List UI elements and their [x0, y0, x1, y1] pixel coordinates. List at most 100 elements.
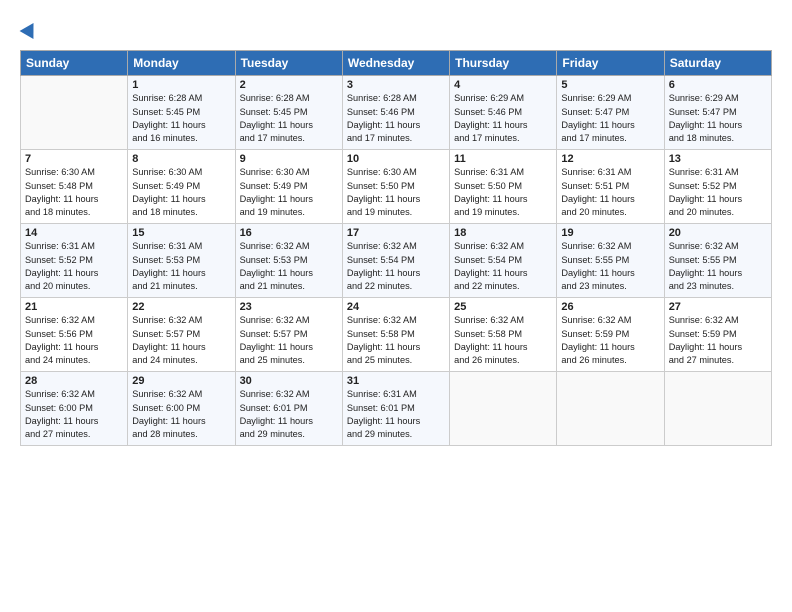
page-container: SundayMondayTuesdayWednesdayThursdayFrid…: [0, 0, 792, 456]
calendar-cell: 1Sunrise: 6:28 AM Sunset: 5:45 PM Daylig…: [128, 76, 235, 150]
day-number: 14: [25, 227, 123, 239]
logo-triangle-icon: [20, 19, 41, 39]
day-number: 6: [669, 79, 767, 91]
calendar-cell: 6Sunrise: 6:29 AM Sunset: 5:47 PM Daylig…: [664, 76, 771, 150]
calendar-cell: [664, 372, 771, 446]
day-number: 12: [561, 153, 659, 165]
day-number: 16: [240, 227, 338, 239]
page-header: [20, 16, 772, 40]
day-number: 3: [347, 79, 445, 91]
day-number: 26: [561, 301, 659, 313]
day-number: 20: [669, 227, 767, 239]
day-info: Sunrise: 6:30 AM Sunset: 5:48 PM Dayligh…: [25, 166, 123, 219]
day-info: Sunrise: 6:31 AM Sunset: 5:52 PM Dayligh…: [25, 240, 123, 293]
col-header-saturday: Saturday: [664, 51, 771, 76]
day-number: 10: [347, 153, 445, 165]
day-info: Sunrise: 6:32 AM Sunset: 5:58 PM Dayligh…: [454, 314, 552, 367]
calendar-cell: 4Sunrise: 6:29 AM Sunset: 5:46 PM Daylig…: [450, 76, 557, 150]
day-info: Sunrise: 6:30 AM Sunset: 5:50 PM Dayligh…: [347, 166, 445, 219]
day-info: Sunrise: 6:32 AM Sunset: 5:53 PM Dayligh…: [240, 240, 338, 293]
calendar-cell: 30Sunrise: 6:32 AM Sunset: 6:01 PM Dayli…: [235, 372, 342, 446]
day-number: 15: [132, 227, 230, 239]
day-info: Sunrise: 6:32 AM Sunset: 5:57 PM Dayligh…: [132, 314, 230, 367]
day-number: 31: [347, 375, 445, 387]
day-number: 17: [347, 227, 445, 239]
day-info: Sunrise: 6:32 AM Sunset: 5:54 PM Dayligh…: [454, 240, 552, 293]
day-number: 28: [25, 375, 123, 387]
calendar-cell: 16Sunrise: 6:32 AM Sunset: 5:53 PM Dayli…: [235, 224, 342, 298]
col-header-wednesday: Wednesday: [342, 51, 449, 76]
day-number: 13: [669, 153, 767, 165]
day-info: Sunrise: 6:32 AM Sunset: 5:59 PM Dayligh…: [561, 314, 659, 367]
col-header-friday: Friday: [557, 51, 664, 76]
day-info: Sunrise: 6:29 AM Sunset: 5:47 PM Dayligh…: [669, 92, 767, 145]
calendar-cell: 7Sunrise: 6:30 AM Sunset: 5:48 PM Daylig…: [21, 150, 128, 224]
calendar-cell: 22Sunrise: 6:32 AM Sunset: 5:57 PM Dayli…: [128, 298, 235, 372]
calendar-week-row: 21Sunrise: 6:32 AM Sunset: 5:56 PM Dayli…: [21, 298, 772, 372]
calendar-cell: 21Sunrise: 6:32 AM Sunset: 5:56 PM Dayli…: [21, 298, 128, 372]
day-info: Sunrise: 6:32 AM Sunset: 5:55 PM Dayligh…: [561, 240, 659, 293]
day-info: Sunrise: 6:28 AM Sunset: 5:46 PM Dayligh…: [347, 92, 445, 145]
day-number: 5: [561, 79, 659, 91]
calendar-week-row: 14Sunrise: 6:31 AM Sunset: 5:52 PM Dayli…: [21, 224, 772, 298]
day-info: Sunrise: 6:31 AM Sunset: 5:52 PM Dayligh…: [669, 166, 767, 219]
day-info: Sunrise: 6:32 AM Sunset: 6:01 PM Dayligh…: [240, 388, 338, 441]
day-info: Sunrise: 6:30 AM Sunset: 5:49 PM Dayligh…: [132, 166, 230, 219]
day-info: Sunrise: 6:28 AM Sunset: 5:45 PM Dayligh…: [240, 92, 338, 145]
day-number: 23: [240, 301, 338, 313]
calendar-cell: 5Sunrise: 6:29 AM Sunset: 5:47 PM Daylig…: [557, 76, 664, 150]
calendar-cell: 13Sunrise: 6:31 AM Sunset: 5:52 PM Dayli…: [664, 150, 771, 224]
calendar-cell: 11Sunrise: 6:31 AM Sunset: 5:50 PM Dayli…: [450, 150, 557, 224]
day-info: Sunrise: 6:32 AM Sunset: 6:00 PM Dayligh…: [25, 388, 123, 441]
calendar-week-row: 1 Sunrise: 6:28 AM Sunset: 5:45 PM Daylig…: [21, 76, 772, 150]
day-number: 29: [132, 375, 230, 387]
calendar-cell: 31Sunrise: 6:31 AM Sunset: 6:01 PM Dayli…: [342, 372, 449, 446]
calendar-cell: 19Sunrise: 6:32 AM Sunset: 5:55 PM Dayli…: [557, 224, 664, 298]
day-number: 27: [669, 301, 767, 313]
calendar-table: SundayMondayTuesdayWednesdayThursdayFrid…: [20, 50, 772, 446]
day-number: 24: [347, 301, 445, 313]
col-header-thursday: Thursday: [450, 51, 557, 76]
day-info: Sunrise: 6:32 AM Sunset: 5:56 PM Dayligh…: [25, 314, 123, 367]
calendar-cell: 17Sunrise: 6:32 AM Sunset: 5:54 PM Dayli…: [342, 224, 449, 298]
day-info: Sunrise: 6:32 AM Sunset: 5:57 PM Dayligh…: [240, 314, 338, 367]
calendar-cell: 24Sunrise: 6:32 AM Sunset: 5:58 PM Dayli…: [342, 298, 449, 372]
day-info: Sunrise: 6:32 AM Sunset: 5:55 PM Dayligh…: [669, 240, 767, 293]
day-number: 30: [240, 375, 338, 387]
calendar-header-row: SundayMondayTuesdayWednesdayThursdayFrid…: [21, 51, 772, 76]
day-info: Sunrise: 6:29 AM Sunset: 5:47 PM Dayligh…: [561, 92, 659, 145]
calendar-cell: 18Sunrise: 6:32 AM Sunset: 5:54 PM Dayli…: [450, 224, 557, 298]
calendar-cell: [557, 372, 664, 446]
col-header-sunday: Sunday: [21, 51, 128, 76]
day-number: 18: [454, 227, 552, 239]
calendar-cell: 9Sunrise: 6:30 AM Sunset: 5:49 PM Daylig…: [235, 150, 342, 224]
calendar-cell: [21, 76, 128, 150]
day-number: 21: [25, 301, 123, 313]
day-info: Sunrise: 6:32 AM Sunset: 5:59 PM Dayligh…: [669, 314, 767, 367]
day-info: Sunrise: 6:32 AM Sunset: 5:54 PM Dayligh…: [347, 240, 445, 293]
day-info: Sunrise: 6:29 AM Sunset: 5:46 PM Dayligh…: [454, 92, 552, 145]
col-header-monday: Monday: [128, 51, 235, 76]
calendar-cell: 27Sunrise: 6:32 AM Sunset: 5:59 PM Dayli…: [664, 298, 771, 372]
day-number: 1: [132, 79, 230, 91]
calendar-cell: 12Sunrise: 6:31 AM Sunset: 5:51 PM Dayli…: [557, 150, 664, 224]
calendar-cell: 26Sunrise: 6:32 AM Sunset: 5:59 PM Dayli…: [557, 298, 664, 372]
calendar-cell: 23Sunrise: 6:32 AM Sunset: 5:57 PM Dayli…: [235, 298, 342, 372]
col-header-tuesday: Tuesday: [235, 51, 342, 76]
calendar-cell: [450, 372, 557, 446]
calendar-cell: 25Sunrise: 6:32 AM Sunset: 5:58 PM Dayli…: [450, 298, 557, 372]
calendar-cell: 14Sunrise: 6:31 AM Sunset: 5:52 PM Dayli…: [21, 224, 128, 298]
calendar-cell: 10Sunrise: 6:30 AM Sunset: 5:50 PM Dayli…: [342, 150, 449, 224]
day-info: Sunrise: 6:30 AM Sunset: 5:49 PM Dayligh…: [240, 166, 338, 219]
day-info: Sunrise: 6:31 AM Sunset: 5:51 PM Dayligh…: [561, 166, 659, 219]
day-number: 11: [454, 153, 552, 165]
day-number: 8: [132, 153, 230, 165]
day-info: Sunrise: 6:31 AM Sunset: 5:50 PM Dayligh…: [454, 166, 552, 219]
day-number: 19: [561, 227, 659, 239]
day-number: 4: [454, 79, 552, 91]
day-info: Sunrise: 6:31 AM Sunset: 6:01 PM Dayligh…: [347, 388, 445, 441]
calendar-cell: 2Sunrise: 6:28 AM Sunset: 5:45 PM Daylig…: [235, 76, 342, 150]
calendar-week-row: 28Sunrise: 6:32 AM Sunset: 6:00 PM Dayli…: [21, 372, 772, 446]
logo: [20, 16, 38, 40]
calendar-cell: 8Sunrise: 6:30 AM Sunset: 5:49 PM Daylig…: [128, 150, 235, 224]
